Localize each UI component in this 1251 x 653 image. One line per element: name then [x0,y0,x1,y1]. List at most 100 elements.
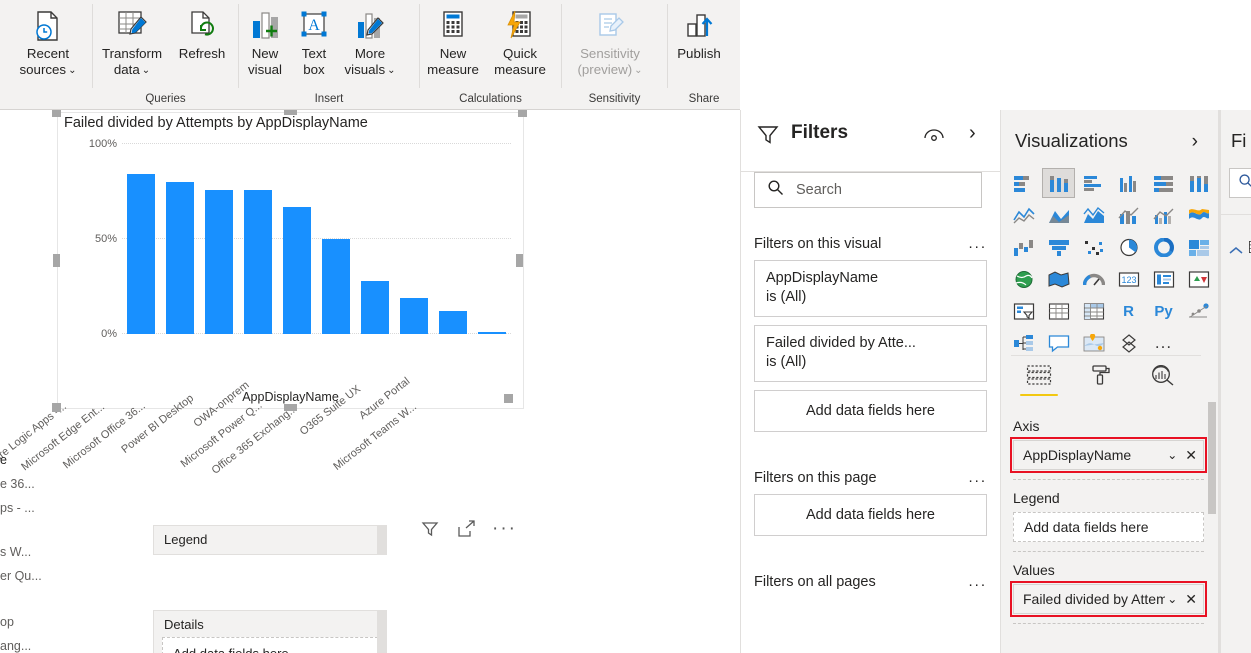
bar[interactable] [244,190,272,334]
stacked-bar-chart-icon[interactable] [1007,168,1040,198]
report-canvas[interactable]: Failed divided by Attempts by AppDisplay… [0,110,740,653]
bar[interactable] [166,182,194,334]
bar[interactable] [283,207,311,334]
quick-measure-button[interactable]: Quick measure [486,4,554,78]
power-apps-icon[interactable] [1112,328,1145,358]
well-field-axis[interactable]: AppDisplayName⌄✕ [1013,440,1204,470]
refresh-button[interactable]: Refresh [171,4,233,62]
field-list-item[interactable]: s W... [0,545,31,559]
gauge-icon[interactable] [1077,264,1110,294]
stacked-column-chart-icon[interactable] [1042,168,1075,198]
bar[interactable] [361,281,389,334]
new-measure-button[interactable]: New measure [420,4,486,78]
tab-analytics[interactable] [1143,364,1183,396]
python-visual-icon[interactable]: Py [1147,296,1180,326]
field-list-item[interactable]: ps - ... [0,501,35,515]
fields-search-box[interactable] [1229,168,1251,198]
slicer-icon[interactable] [1007,296,1040,326]
bar[interactable] [205,190,233,334]
matrix-icon[interactable] [1077,296,1110,326]
chevron-up-icon[interactable] [1229,243,1243,258]
line-and-stacked-column-chart-icon[interactable] [1112,200,1145,230]
clustered-bar-chart-icon[interactable] [1077,168,1110,198]
more-visuals-ellipsis-icon[interactable]: ... [1147,328,1180,358]
focus-mode-icon[interactable] [456,519,476,539]
bar-column[interactable] [394,144,433,334]
filter-card[interactable]: Failed divided by Atte...is (All) [754,325,987,382]
field-list-item[interactable]: op [0,615,14,629]
eye-icon[interactable] [923,128,945,149]
filter-section-menu-icon[interactable]: ... [968,573,987,590]
bar-column[interactable] [433,144,472,334]
publish-button[interactable]: Publish [668,4,730,62]
bar-column[interactable] [472,144,511,334]
more-options-icon[interactable]: ··· [492,523,517,535]
bar[interactable] [439,311,467,334]
remove-field-icon[interactable]: ✕ [1185,591,1197,608]
stacked-area-chart-icon[interactable] [1077,200,1110,230]
tab-fields[interactable] [1019,364,1059,396]
bar-column[interactable] [239,144,278,334]
sensitivity-button[interactable]: Sensitivity (preview)⌄ [562,4,658,79]
filter-icon[interactable] [420,519,440,539]
card-icon[interactable]: 123 [1112,264,1145,294]
chevron-right-icon[interactable]: › [969,123,976,143]
tab-format[interactable] [1081,364,1121,396]
resize-handle-t[interactable] [284,110,297,115]
bar-column[interactable] [122,144,161,334]
waterfall-chart-icon[interactable] [1007,232,1040,262]
field-list-item[interactable]: e 36... [0,477,35,491]
filter-section-menu-icon[interactable]: ... [968,469,987,486]
kpi-icon[interactable] [1182,264,1215,294]
100-stacked-bar-chart-icon[interactable] [1147,168,1180,198]
resize-handle-tr[interactable] [518,110,527,117]
new-visual-button[interactable]: New visual [239,4,291,78]
details-add-data-fields[interactable]: Add data fields here [162,637,378,653]
r-script-visual-icon[interactable]: R [1112,296,1145,326]
filter-add-data-fields[interactable]: Add data fields here [754,494,987,536]
chevron-down-icon[interactable]: ⌄ [1167,448,1177,462]
clustered-column-chart-icon[interactable] [1112,168,1145,198]
more-visuals-button[interactable]: More visuals⌄ [337,4,403,79]
arcgis-maps-icon[interactable] [1077,328,1110,358]
pie-chart-icon[interactable] [1112,232,1145,262]
visualizations-scrollbar[interactable] [1208,402,1216,653]
bar-column[interactable] [317,144,356,334]
resize-handle-l[interactable] [53,254,60,267]
bar-column[interactable] [355,144,394,334]
key-influencers-icon[interactable] [1182,296,1215,326]
resize-handle-br[interactable] [504,394,513,403]
ribbon-chart-icon[interactable] [1182,200,1215,230]
map-icon[interactable] [1007,264,1040,294]
bar[interactable] [322,239,350,334]
multi-row-card-icon[interactable] [1147,264,1180,294]
bar[interactable] [400,298,428,334]
well-field-values[interactable]: Failed divided by Attem⌄✕ [1013,584,1204,614]
recent-sources-button[interactable]: Recent sources⌄ [12,4,84,79]
q-and-a-icon[interactable] [1042,328,1075,358]
area-chart-icon[interactable] [1042,200,1075,230]
transform-data-button[interactable]: Transform data⌄ [93,4,171,79]
bar-column[interactable] [161,144,200,334]
legend-drop-zone[interactable]: Legend [153,525,387,555]
filter-card[interactable]: AppDisplayNameis (All) [754,260,987,317]
bar-column[interactable] [200,144,239,334]
filled-map-icon[interactable] [1042,264,1075,294]
well-drop-legend[interactable]: Add data fields here [1013,512,1204,542]
resize-handle-b[interactable] [284,404,297,411]
donut-chart-icon[interactable] [1147,232,1180,262]
100-stacked-column-chart-icon[interactable] [1182,168,1215,198]
filter-section-menu-icon[interactable]: ... [968,235,987,252]
text-box-button[interactable]: A Text box [291,4,337,78]
field-list-item[interactable]: e [0,453,7,467]
field-list-item[interactable]: er Qu... [0,569,42,583]
chevron-down-icon[interactable]: ⌄ [1167,592,1177,606]
bar-column[interactable] [278,144,317,334]
chevron-right-icon[interactable]: › [1192,131,1198,153]
line-and-clustered-column-chart-icon[interactable] [1147,200,1180,230]
decomposition-tree-icon[interactable] [1007,328,1040,358]
filter-add-data-fields[interactable]: Add data fields here [754,390,987,432]
scatter-chart-icon[interactable] [1077,232,1110,262]
funnel-chart-icon[interactable] [1042,232,1075,262]
resize-handle-bl[interactable] [52,403,61,412]
